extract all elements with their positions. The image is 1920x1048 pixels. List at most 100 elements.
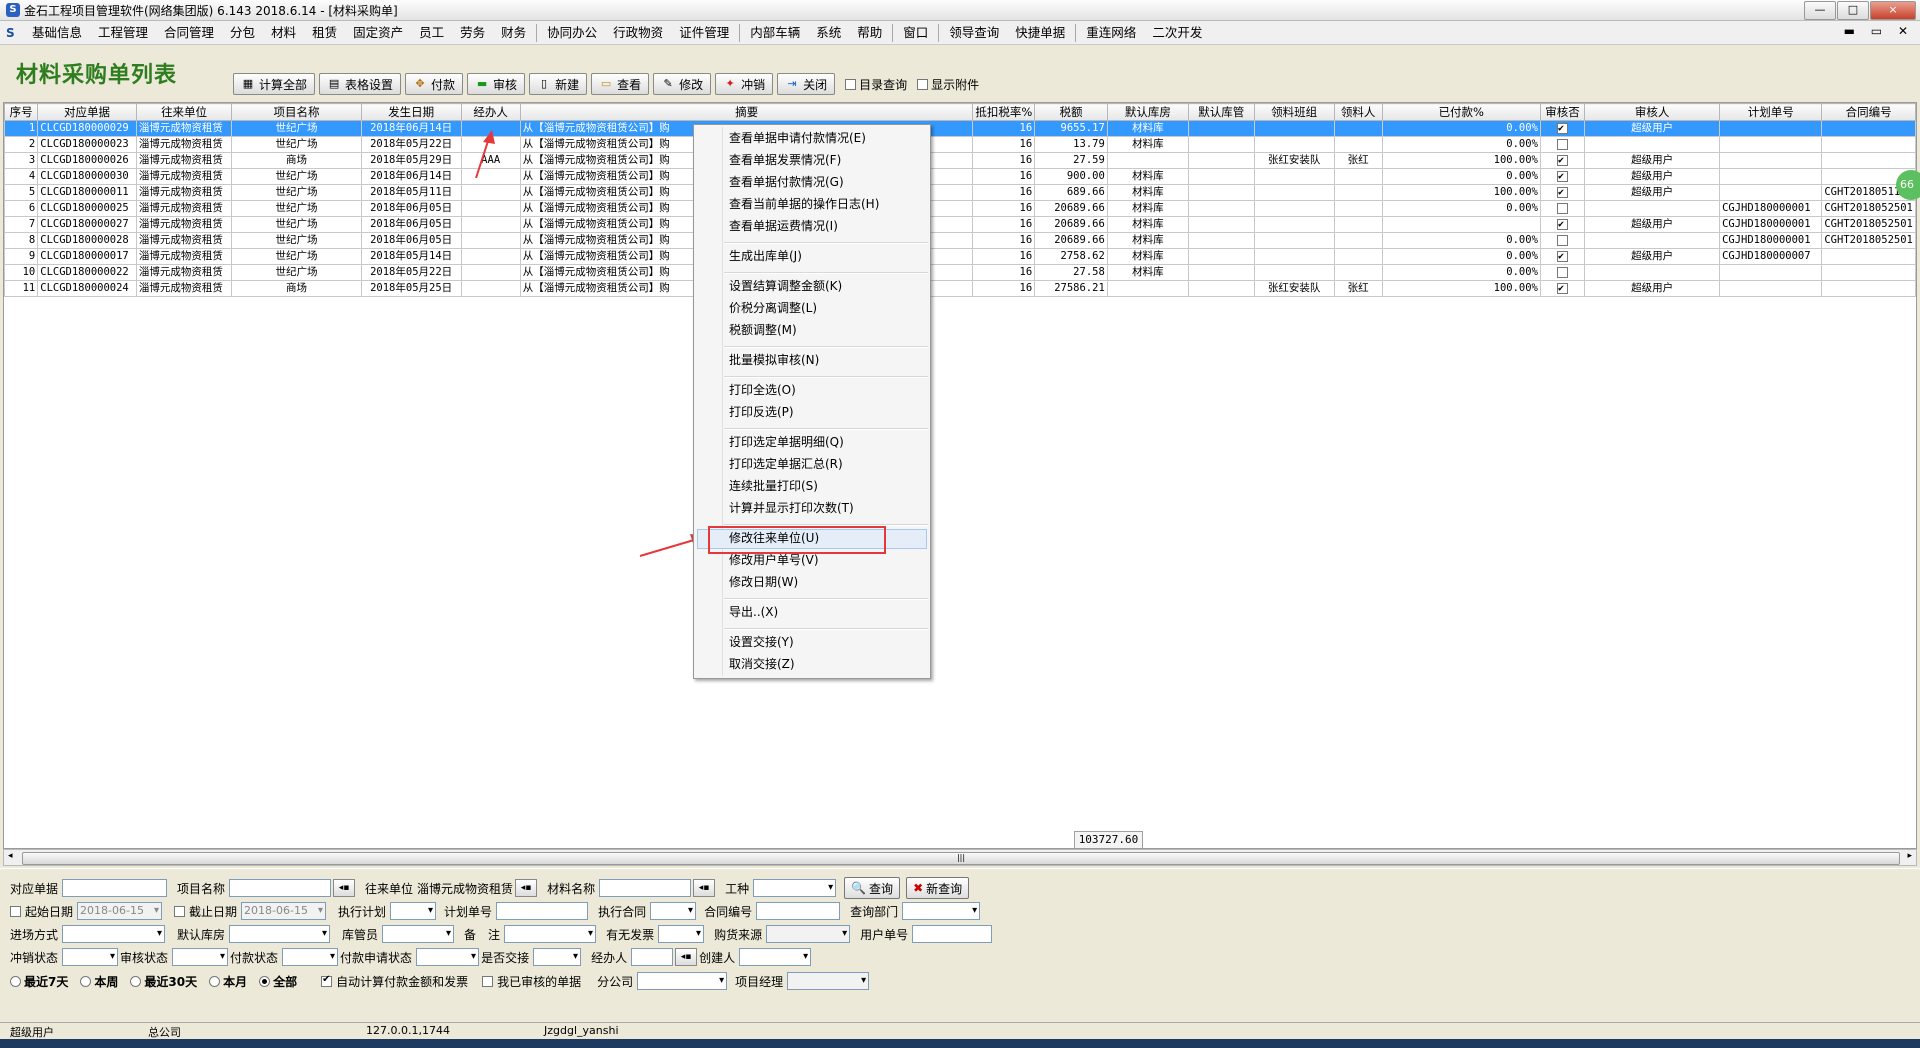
- menu-item-18[interactable]: 快捷单据: [1007, 21, 1073, 44]
- audit-status-select[interactable]: [172, 948, 229, 966]
- close-button[interactable]: ×: [1870, 1, 1916, 20]
- payment-button[interactable]: ✥ 付款: [405, 73, 464, 95]
- table-row[interactable]: 4 CLCGD180000030 淄博元成物资租赁 世纪广场 2018年06月14日 从【…: [4, 168, 1916, 185]
- checkbox-box[interactable]: [917, 78, 929, 90]
- creator-select[interactable]: [739, 948, 812, 966]
- source-select[interactable]: [766, 925, 851, 943]
- mdi-controls[interactable]: ▬ ▭ ✕: [1844, 24, 1914, 38]
- context-menu-item[interactable]: 查看单据发票情况(F): [729, 151, 841, 169]
- column-header-16[interactable]: 计划单号: [1719, 103, 1823, 121]
- scroll-right-icon[interactable]: ▸: [1907, 851, 1912, 861]
- project-picker-icon[interactable]: ◂▪: [333, 879, 356, 897]
- handler-picker-icon[interactable]: ◂▪: [675, 948, 698, 966]
- exit-button[interactable]: ⇥ 关闭: [777, 73, 836, 95]
- unit-picker-icon[interactable]: ◂▪: [515, 879, 538, 897]
- menu-item-5[interactable]: 租赁: [304, 21, 345, 44]
- column-header-5[interactable]: 经办人: [460, 103, 521, 121]
- end-date-checkbox[interactable]: [174, 905, 186, 917]
- toolbar-checkbox-1[interactable]: 显示附件: [917, 76, 979, 93]
- menu-item-7[interactable]: 员工: [411, 21, 452, 44]
- column-header-10[interactable]: 默认库管: [1188, 103, 1255, 121]
- audited-only-checkbox[interactable]: [482, 975, 494, 987]
- material-picker-icon[interactable]: ◂▪: [693, 879, 716, 897]
- context-menu-item[interactable]: 修改日期(W): [729, 573, 798, 591]
- menu-item-11[interactable]: 行政物资: [605, 21, 671, 44]
- audited-checkbox[interactable]: [1557, 218, 1569, 232]
- pay-status-select[interactable]: [282, 948, 339, 966]
- context-menu-item[interactable]: 查看单据运费情况(I): [729, 217, 838, 235]
- menu-item-8[interactable]: 劳务: [452, 21, 493, 44]
- dept-select[interactable]: [902, 902, 981, 920]
- floating-badge[interactable]: 66: [1896, 170, 1920, 200]
- column-header-11[interactable]: 领料班组: [1253, 103, 1335, 121]
- start-date-checkbox[interactable]: [10, 905, 21, 917]
- menu-item-2[interactable]: 合同管理: [156, 21, 222, 44]
- context-menu-item[interactable]: 查看单据付款情况(G): [729, 173, 844, 191]
- menu-item-3[interactable]: 分包: [222, 21, 263, 44]
- column-header-0[interactable]: 序号: [4, 103, 39, 121]
- audited-checkbox[interactable]: [1557, 266, 1569, 278]
- audited-checkbox[interactable]: [1557, 122, 1569, 136]
- unit-value[interactable]: 淄博元成物资租赁: [417, 880, 513, 897]
- store-select[interactable]: [229, 925, 331, 943]
- audited-checkbox[interactable]: [1557, 154, 1569, 168]
- user-no-input[interactable]: [912, 925, 993, 943]
- audited-checkbox[interactable]: [1557, 234, 1569, 246]
- entry-select[interactable]: [62, 925, 166, 943]
- context-menu-item[interactable]: 税额调整(M): [729, 321, 797, 339]
- menu-item-13[interactable]: 内部车辆: [742, 21, 808, 44]
- context-menu-item[interactable]: 查看当前单据的操作日志(H): [729, 195, 879, 213]
- new-doc-button[interactable]: ▯ 新建: [529, 73, 588, 95]
- column-header-17[interactable]: 合同编号: [1821, 103, 1916, 121]
- menu-item-10[interactable]: 协同办公: [539, 21, 605, 44]
- query-button[interactable]: 🔍 查询: [844, 877, 901, 899]
- doc-input[interactable]: [62, 879, 168, 897]
- table-row[interactable]: 8 CLCGD180000028 淄博元成物资租赁 世纪广场 2018年06月05日 从【…: [4, 232, 1916, 249]
- audited-checkbox[interactable]: [1557, 186, 1569, 200]
- column-header-12[interactable]: 领料人: [1333, 103, 1383, 121]
- material-input[interactable]: [599, 879, 692, 897]
- folder-button[interactable]: ▭ 查看: [591, 73, 650, 95]
- toolbar-checkbox-0[interactable]: 目录查询: [845, 76, 907, 93]
- column-header-2[interactable]: 往来单位: [135, 103, 233, 121]
- auto-calc-checkbox[interactable]: [321, 974, 333, 987]
- table-button[interactable]: ▤ 表格设置: [319, 73, 402, 95]
- minimize-button[interactable]: —: [1804, 1, 1836, 20]
- writeoff-button[interactable]: ✦ 冲销: [715, 73, 774, 95]
- end-date-input[interactable]: 2018-06-15: [241, 902, 327, 920]
- writeoff-status-select[interactable]: [62, 948, 119, 966]
- column-header-8[interactable]: 税额: [1034, 103, 1108, 121]
- range-radio-1[interactable]: [80, 975, 92, 987]
- table-row[interactable]: 10 CLCGD180000022 淄博元成物资租赁 世纪广场 2018年05月22日从…: [4, 264, 1916, 281]
- data-grid[interactable]: 序号 对应单据 往来单位 项目名称 发生日期 经办人 摘要 抵扣税率% 税额 默认库房 默认库管 领料…: [3, 102, 1917, 849]
- menu-item-12[interactable]: 证件管理: [671, 21, 737, 44]
- audited-checkbox[interactable]: [1557, 250, 1569, 264]
- table-row[interactable]: 9 CLCGD180000017 淄博元成物资租赁 世纪广场 2018年05月14日 从【…: [4, 248, 1916, 265]
- table-row[interactable]: 11 CLCGD180000024 淄博元成物资租赁 商场 2018年05月25日 从【淄…: [4, 280, 1916, 297]
- context-menu-item[interactable]: 打印选定单据明细(Q): [729, 433, 844, 451]
- context-menu-item[interactable]: 查看单据申请付款情况(E): [729, 129, 866, 147]
- context-menu-item[interactable]: 连续批量打印(S): [729, 477, 818, 495]
- handover-select[interactable]: [533, 948, 582, 966]
- approve-button[interactable]: ▬ 审核: [467, 73, 526, 95]
- menu-item-15[interactable]: 帮助: [849, 21, 890, 44]
- column-header-3[interactable]: 项目名称: [231, 103, 362, 121]
- payreq-status-select[interactable]: [416, 948, 480, 966]
- menu-item-0[interactable]: 基础信息: [24, 21, 90, 44]
- menu-item-1[interactable]: 工程管理: [90, 21, 156, 44]
- menu-item-16[interactable]: 窗口: [895, 21, 936, 44]
- context-menu-item[interactable]: 价税分离调整(L): [729, 299, 817, 317]
- pm-select[interactable]: [787, 972, 870, 990]
- column-header-13[interactable]: 已付款%: [1381, 103, 1541, 121]
- plan-no-input[interactable]: [496, 902, 589, 920]
- horizontal-scrollbar[interactable]: ◂ ||| ▸: [3, 849, 1917, 866]
- column-header-6[interactable]: 摘要: [519, 103, 974, 121]
- menu-item-17[interactable]: 领导查询: [941, 21, 1007, 44]
- audited-checkbox[interactable]: [1557, 202, 1569, 214]
- contract-no-input[interactable]: [756, 902, 841, 920]
- table-row[interactable]: 7 CLCGD180000027 淄博元成物资租赁 世纪广场 2018年06月05日 从【…: [4, 216, 1916, 233]
- table-row[interactable]: 6 CLCGD180000025 淄博元成物资租赁 世纪广场 2018年06月05日 从【…: [4, 200, 1916, 217]
- context-menu-item[interactable]: 打印全选(O): [729, 381, 796, 399]
- context-menu-item[interactable]: 设置交接(Y): [729, 633, 794, 651]
- table-row[interactable]: 2 CLCGD180000023 淄博元成物资租赁 世纪广场 2018年05月22日 从【…: [4, 136, 1916, 153]
